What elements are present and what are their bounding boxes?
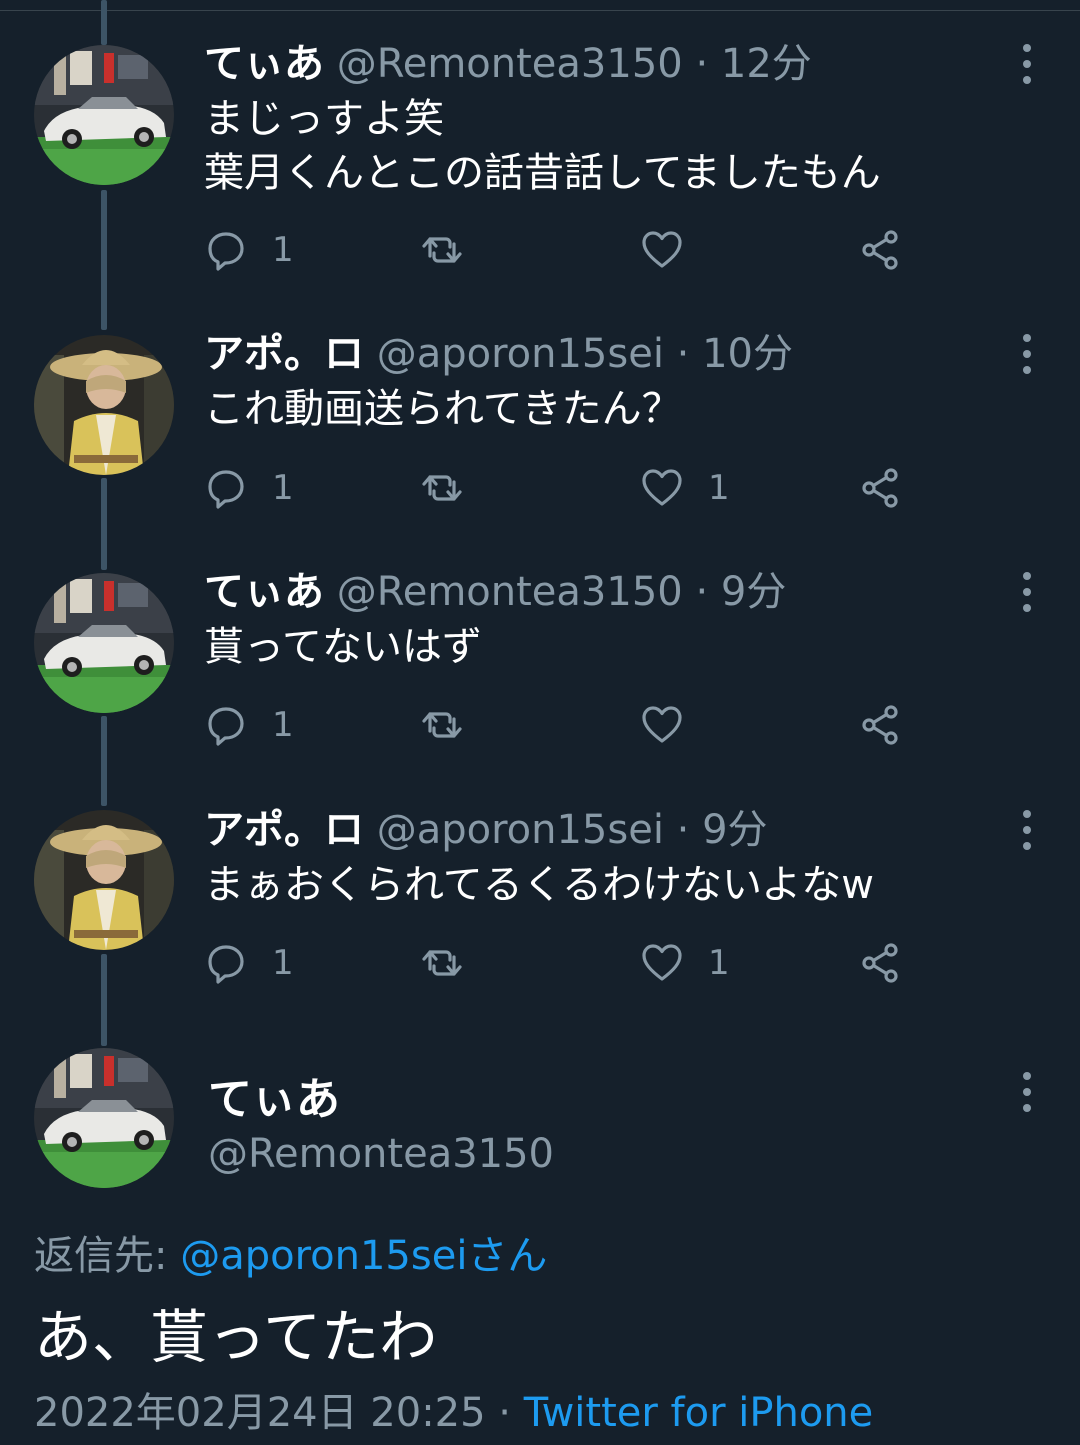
- display-name[interactable]: てぃあ: [208, 1063, 340, 1127]
- separator-dot: ·: [695, 569, 709, 615]
- retweet-icon: [422, 237, 462, 263]
- share-icon: [862, 943, 898, 983]
- share-icon: [862, 230, 898, 270]
- reply-label: 返信先:: [34, 1233, 181, 1279]
- handle[interactable]: @Remontea3150: [337, 41, 683, 87]
- tweet-actions: 1: [0, 700, 1080, 750]
- tweet-text: あ、貰ってたわ: [34, 1303, 438, 1371]
- timestamp[interactable]: 9分: [721, 569, 786, 615]
- reply-button[interactable]: 1: [204, 225, 294, 275]
- avatar-image: [34, 45, 174, 185]
- tweet-actions: 1 1: [0, 463, 1080, 513]
- share-button[interactable]: [858, 463, 902, 513]
- handle[interactable]: @aporon15sei: [377, 807, 664, 853]
- tweet-text: まぁおくられてるくるわけないよなw: [204, 862, 874, 908]
- reply-mention-link[interactable]: @aporon15seiさん: [180, 1233, 547, 1279]
- more-vertical-icon[interactable]: [1012, 334, 1042, 374]
- retweet-icon: [422, 475, 462, 501]
- display-name[interactable]: アポ。ロ: [204, 331, 364, 377]
- separator-dot: ·: [695, 41, 709, 87]
- avatar[interactable]: [34, 810, 174, 950]
- share-icon: [862, 468, 898, 508]
- heart-icon: [642, 706, 682, 743]
- avatar[interactable]: [34, 45, 174, 185]
- display-name[interactable]: アポ。ロ: [204, 807, 364, 853]
- timestamp[interactable]: 10分: [702, 331, 793, 377]
- heart-icon: [642, 231, 682, 268]
- heart-icon: [642, 469, 682, 506]
- timestamp[interactable]: 9分: [702, 807, 767, 853]
- reply-button[interactable]: 1: [204, 700, 294, 750]
- timestamp: 2022年02月24日 20:25: [34, 1390, 486, 1436]
- share-button[interactable]: [858, 938, 902, 988]
- handle[interactable]: @Remontea3150: [208, 1131, 554, 1177]
- tweet-header: てぃあ @Remontea3150 · 9分: [204, 568, 786, 616]
- separator-dot: ·: [485, 1390, 524, 1436]
- avatar-image: [34, 810, 174, 950]
- reply-icon: [208, 470, 244, 509]
- reply-icon: [208, 945, 244, 984]
- like-button[interactable]: 1: [640, 463, 730, 513]
- reply-count: 1: [272, 943, 294, 983]
- display-name[interactable]: てぃあ: [204, 569, 324, 615]
- share-icon: [862, 705, 898, 745]
- like-button[interactable]: [640, 700, 684, 750]
- avatar-image: [34, 573, 174, 713]
- separator-dot: ·: [676, 807, 690, 853]
- like-button[interactable]: 1: [640, 938, 730, 988]
- reply-icon: [208, 232, 244, 271]
- avatar[interactable]: [34, 335, 174, 475]
- avatar[interactable]: [34, 573, 174, 713]
- reply-count: 1: [272, 468, 294, 508]
- tweet-header: アポ。ロ @aporon15sei · 10分: [204, 330, 793, 378]
- share-button[interactable]: [858, 225, 902, 275]
- tweet-header: てぃあ @Remontea3150 · 12分: [204, 40, 812, 88]
- tweet-footer: 2022年02月24日 20:25 · Twitter for iPhone: [34, 1380, 873, 1438]
- more-vertical-icon[interactable]: [1012, 572, 1042, 612]
- display-name[interactable]: てぃあ: [204, 41, 324, 87]
- thread-line: [101, 0, 107, 45]
- source-link[interactable]: Twitter for iPhone: [524, 1390, 874, 1436]
- more-vertical-icon[interactable]: [1012, 1072, 1042, 1112]
- like-count: 1: [708, 468, 730, 508]
- tweet-actions: 1 1: [0, 938, 1080, 988]
- reply-count: 1: [272, 705, 294, 745]
- tweet-text: 貰ってないはず: [204, 624, 482, 670]
- avatar-image: [34, 335, 174, 475]
- reply-context: 返信先: @aporon15seiさん: [34, 1223, 547, 1281]
- avatar-image: [34, 1048, 174, 1188]
- reply-button[interactable]: 1: [204, 463, 294, 513]
- more-vertical-icon[interactable]: [1012, 44, 1042, 84]
- timestamp[interactable]: 12分: [721, 41, 812, 87]
- tweet-text: まじっすよ笑 葉月くんとこの話昔話してましたもん: [204, 96, 881, 196]
- reply-button[interactable]: 1: [204, 938, 294, 988]
- avatar[interactable]: [34, 1048, 174, 1188]
- share-button[interactable]: [858, 700, 902, 750]
- reply-count: 1: [272, 230, 294, 270]
- heart-icon: [642, 944, 682, 981]
- retweet-button[interactable]: [420, 700, 464, 750]
- tweet-actions: 1: [0, 225, 1080, 275]
- retweet-button[interactable]: [420, 938, 464, 988]
- handle[interactable]: @Remontea3150: [337, 569, 683, 615]
- top-divider: [0, 0, 1080, 11]
- more-vertical-icon[interactable]: [1012, 810, 1042, 850]
- tweet-text: これ動画送られてきたん？: [204, 386, 682, 432]
- retweet-button[interactable]: [420, 463, 464, 513]
- like-count: 1: [708, 943, 730, 983]
- like-button[interactable]: [640, 225, 684, 275]
- retweet-button[interactable]: [420, 225, 464, 275]
- handle[interactable]: @aporon15sei: [377, 331, 664, 377]
- tweet-header: アポ。ロ @aporon15sei · 9分: [204, 806, 768, 854]
- retweet-icon: [422, 950, 462, 976]
- separator-dot: ·: [676, 331, 690, 377]
- retweet-icon: [422, 712, 462, 738]
- reply-icon: [208, 707, 244, 746]
